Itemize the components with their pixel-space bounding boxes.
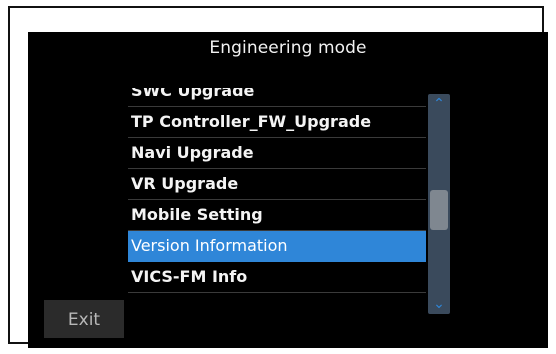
menu-list: SWC Upgrade TP Controller_FW_Upgrade Nav… <box>128 88 426 293</box>
menu-item-mobile-setting[interactable]: Mobile Setting <box>128 200 426 231</box>
page-title: Engineering mode <box>209 38 367 58</box>
menu-item-swc-upgrade[interactable]: SWC Upgrade <box>128 88 426 107</box>
menu-item-vics-fm-info[interactable]: VICS-FM Info <box>128 262 426 293</box>
screenshot-frame: Engineering mode SWC Upgrade TP Controll… <box>8 6 548 348</box>
head-unit-screen: Engineering mode SWC Upgrade TP Controll… <box>28 32 548 348</box>
menu-item-vr-upgrade[interactable]: VR Upgrade <box>128 169 426 200</box>
menu-item-version-information[interactable]: Version Information <box>128 231 426 262</box>
menu-item-tp-controller-fw-upgrade[interactable]: TP Controller_FW_Upgrade <box>128 107 426 138</box>
menu-list-panel: SWC Upgrade TP Controller_FW_Upgrade Nav… <box>128 88 452 308</box>
scrollbar[interactable]: ⌃ ⌄ <box>428 94 450 314</box>
chevron-down-icon[interactable]: ⌄ <box>428 294 450 314</box>
menu-item-navi-upgrade[interactable]: Navi Upgrade <box>128 138 426 169</box>
scroll-thumb[interactable] <box>430 190 448 230</box>
exit-button[interactable]: Exit <box>44 300 124 338</box>
chevron-up-icon[interactable]: ⌃ <box>428 94 450 114</box>
